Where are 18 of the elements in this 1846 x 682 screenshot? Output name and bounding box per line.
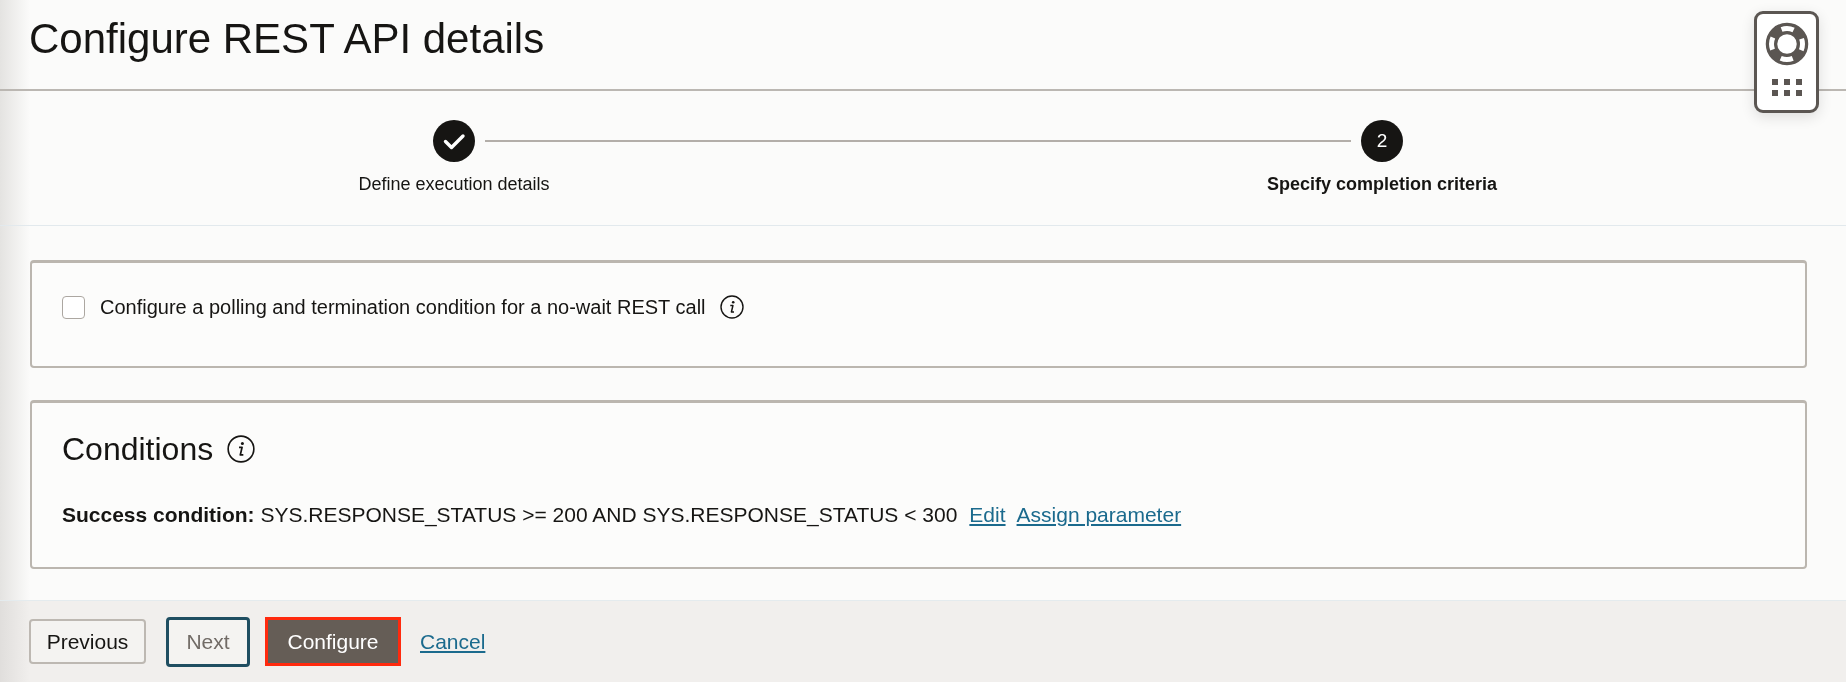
dots-grid-icon: [1771, 79, 1802, 96]
configure-button[interactable]: Configure: [265, 617, 401, 666]
step-number: 2: [1361, 120, 1403, 162]
success-condition-text: Success condition: SYS.RESPONSE_STATUS >= 200 AND SYS.RESPONSE_STATUS < 300: [62, 502, 958, 528]
assign-parameter-link[interactable]: Assign parameter: [1016, 502, 1182, 528]
checkbox-label: Configure a polling and termination condition for a no-wait REST call: [100, 295, 706, 319]
checkbox[interactable]: [62, 295, 85, 319]
previous-button[interactable]: Previous: [29, 619, 146, 664]
help-widget[interactable]: [1754, 11, 1819, 113]
info-icon[interactable]: [227, 435, 256, 463]
cancel-link[interactable]: Cancel: [420, 625, 486, 658]
step-label[interactable]: Specify completion criteria: [1266, 173, 1498, 195]
lifebuoy-icon: [1764, 22, 1809, 66]
info-icon[interactable]: [719, 295, 744, 319]
step-label[interactable]: Define execution details: [358, 173, 550, 195]
edit-link[interactable]: Edit: [969, 502, 1006, 528]
section-title: Conditions: [62, 430, 214, 468]
page-title: Configure REST API details: [29, 14, 545, 64]
